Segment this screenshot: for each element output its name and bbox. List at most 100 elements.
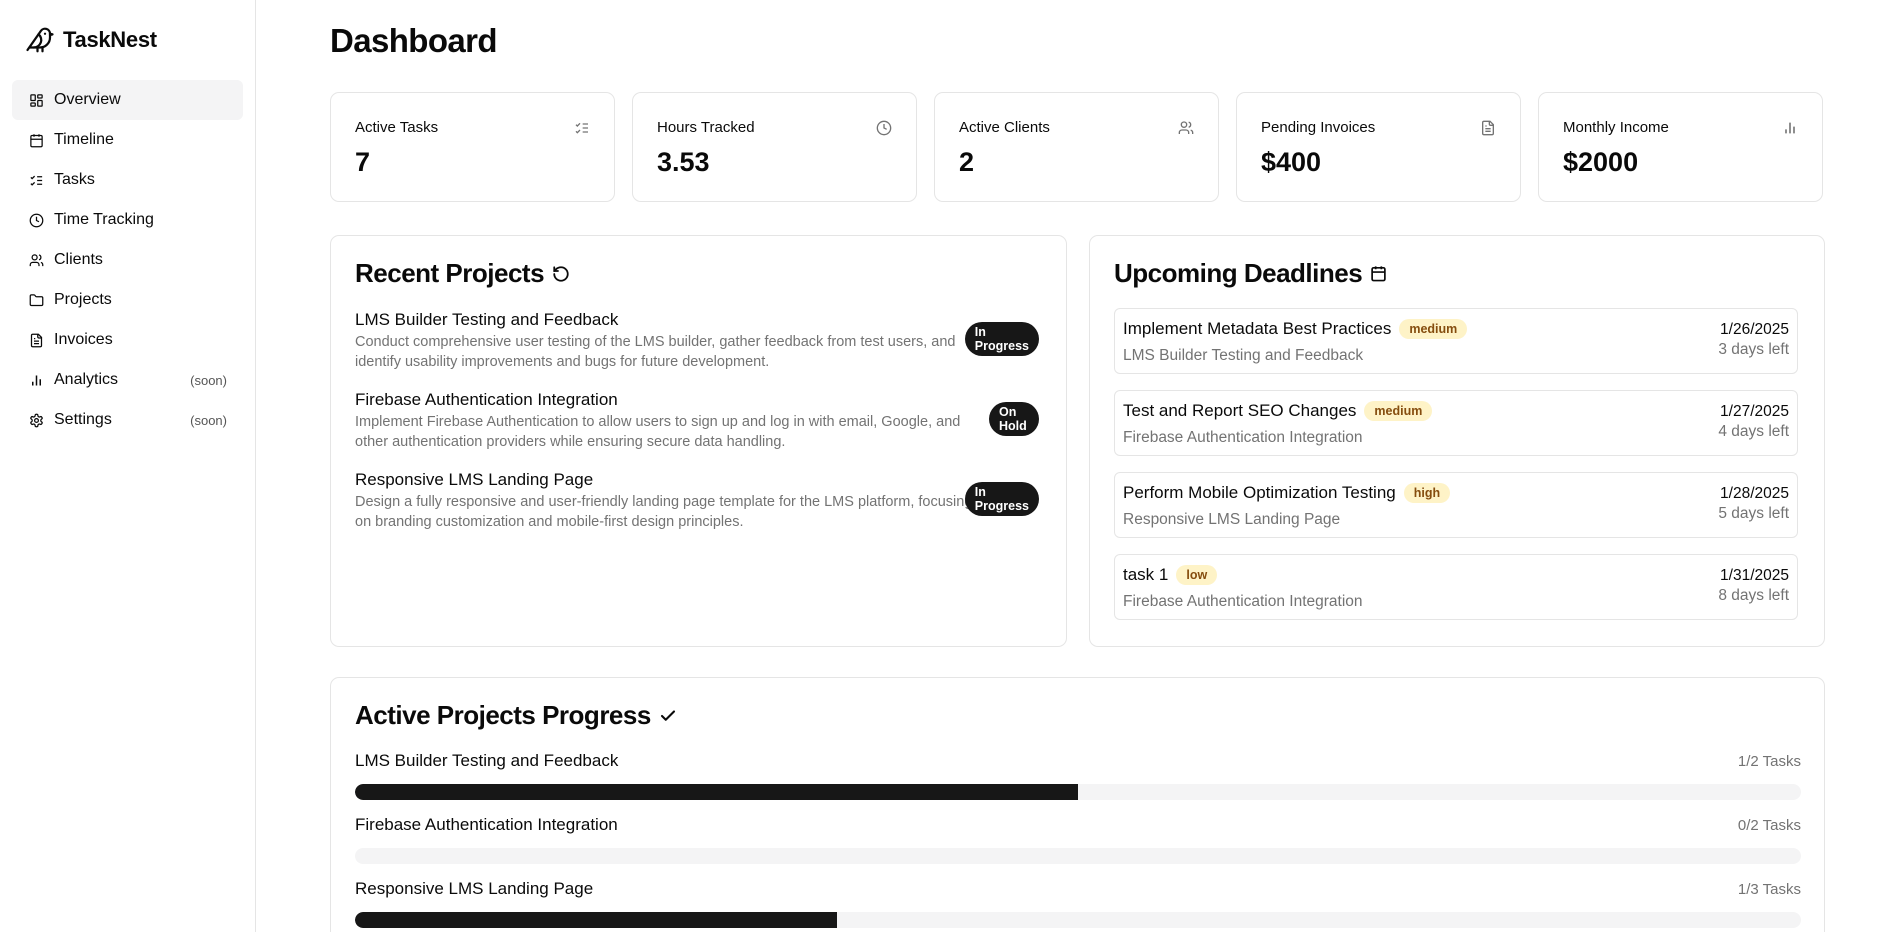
stat-value: $400 <box>1261 147 1322 177</box>
stat-value: 7 <box>355 147 371 177</box>
sidebar-item-settings[interactable]: Settings (soon) <box>12 400 243 440</box>
deadline-item[interactable]: Test and Report SEO Changes medium Fireb… <box>1114 390 1798 456</box>
priority-badge: high <box>1403 483 1451 503</box>
deadline-date: 1/28/2025 <box>1720 485 1789 502</box>
brand[interactable]: TaskNest <box>25 24 157 56</box>
clock-icon <box>28 212 44 228</box>
progress-fill <box>355 784 1078 800</box>
soon-tag: (soon) <box>190 412 227 428</box>
sidebar: TaskNest Overview Timeline Tasks Time Tr… <box>0 0 256 932</box>
sidebar-item-label: Tasks <box>54 171 95 188</box>
sidebar-item-tasks[interactable]: Tasks <box>12 160 243 200</box>
calendar-icon <box>28 132 44 148</box>
progress-row: Responsive LMS Landing Page 1/3 Tasks <box>355 879 1801 928</box>
list-checks-icon <box>574 120 590 136</box>
stat-label: Monthly Income <box>1563 119 1669 136</box>
active-projects-progress-card: Active Projects Progress LMS Builder Tes… <box>330 677 1825 932</box>
stat-label: Active Tasks <box>355 119 439 136</box>
sidebar-nav: Overview Timeline Tasks Time Tracking Cl… <box>12 80 243 440</box>
app-name: TaskNest <box>63 27 157 52</box>
days-left: 4 days left <box>1718 423 1789 440</box>
deadline-task: Test and Report SEO Changes <box>1123 401 1357 420</box>
stat-card-active-tasks: Active Tasks 7 <box>330 92 615 202</box>
folder-icon <box>28 292 44 308</box>
bird-logo-icon <box>25 25 55 55</box>
sidebar-item-label: Timeline <box>54 131 114 148</box>
upcoming-deadlines-card: Upcoming Deadlines Implement Metadata Be… <box>1089 235 1825 647</box>
soon-tag: (soon) <box>190 372 227 388</box>
deadline-date: 1/31/2025 <box>1720 567 1789 584</box>
priority-badge: medium <box>1399 319 1468 339</box>
priority-badge: low <box>1176 565 1218 585</box>
check-icon <box>659 707 677 725</box>
page-title: Dashboard <box>330 22 498 59</box>
sidebar-item-label: Invoices <box>54 331 113 348</box>
project-description: Implement Firebase Authentication to all… <box>355 414 961 450</box>
progress-count: 1/3 Tasks <box>1737 881 1801 898</box>
sidebar-item-invoices[interactable]: Invoices <box>12 320 243 360</box>
progress-row: Firebase Authentication Integration 0/2 … <box>355 815 1801 864</box>
stat-value: 3.53 <box>657 147 710 177</box>
deadline-date: 1/26/2025 <box>1720 321 1789 338</box>
gear-icon <box>28 412 44 428</box>
bar-chart-icon <box>1782 120 1798 136</box>
progress-bar <box>355 912 1801 928</box>
progress-project-name: Responsive LMS Landing Page <box>355 879 594 898</box>
progress-fill <box>355 912 837 928</box>
layout-dashboard-icon <box>28 92 44 108</box>
recent-projects-card: Recent Projects LMS Builder Testing and … <box>330 235 1067 647</box>
deadline-project: Firebase Authentication Integration <box>1123 593 1363 610</box>
sidebar-item-label: Clients <box>54 251 103 268</box>
deadline-item[interactable]: task 1 low Firebase Authentication Integ… <box>1114 554 1798 620</box>
priority-badge: medium <box>1364 401 1433 421</box>
sidebar-item-overview[interactable]: Overview <box>12 80 243 120</box>
stat-card-pending-invoices: Pending Invoices $400 <box>1236 92 1521 202</box>
stat-card-monthly-income: Monthly Income $2000 <box>1538 92 1823 202</box>
sidebar-item-clients[interactable]: Clients <box>12 240 243 280</box>
stat-label: Pending Invoices <box>1261 119 1376 136</box>
sidebar-item-time-tracking[interactable]: Time Tracking <box>12 200 243 240</box>
upcoming-deadlines-title: Upcoming Deadlines <box>1114 258 1388 289</box>
stat-card-hours-tracked: Hours Tracked 3.53 <box>632 92 917 202</box>
progress-count: 1/2 Tasks <box>1737 753 1801 770</box>
file-text-icon <box>28 332 44 348</box>
progress-title: Active Projects Progress <box>355 700 677 731</box>
progress-bar <box>355 848 1801 864</box>
stat-label: Active Clients <box>959 119 1050 136</box>
progress-count: 0/2 Tasks <box>1737 817 1801 834</box>
sidebar-item-label: Overview <box>54 91 121 108</box>
file-text-icon <box>1480 120 1496 136</box>
project-name: Firebase Authentication Integration <box>355 390 618 409</box>
status-badge: In Progress <box>964 322 1039 356</box>
deadline-project: LMS Builder Testing and Feedback <box>1123 347 1364 364</box>
progress-bar <box>355 784 1801 800</box>
deadline-task: Perform Mobile Optimization Testing <box>1123 483 1396 502</box>
deadline-date: 1/27/2025 <box>1720 403 1789 420</box>
deadline-item[interactable]: Implement Metadata Best Practices medium… <box>1114 308 1798 374</box>
deadline-item[interactable]: Perform Mobile Optimization Testing high… <box>1114 472 1798 538</box>
deadline-task: task 1 <box>1123 565 1169 584</box>
days-left: 8 days left <box>1718 587 1789 604</box>
list-item[interactable]: LMS Builder Testing and Feedback Conduct… <box>355 310 1039 372</box>
progress-project-name: Firebase Authentication Integration <box>355 815 618 834</box>
project-name: Responsive LMS Landing Page <box>355 470 594 489</box>
status-badge: In Progress <box>964 482 1039 516</box>
days-left: 5 days left <box>1718 505 1789 522</box>
sidebar-item-label: Analytics <box>54 371 119 388</box>
list-item[interactable]: Responsive LMS Landing Page Design a ful… <box>355 470 1039 532</box>
progress-project-name: LMS Builder Testing and Feedback <box>355 751 619 770</box>
deadline-project: Responsive LMS Landing Page <box>1123 511 1341 528</box>
sidebar-item-timeline[interactable]: Timeline <box>12 120 243 160</box>
deadline-task: Implement Metadata Best Practices <box>1123 319 1392 338</box>
stat-label: Hours Tracked <box>657 119 755 136</box>
stat-card-active-clients: Active Clients 2 <box>934 92 1219 202</box>
sidebar-item-label: Settings <box>54 411 112 428</box>
users-icon <box>28 252 44 268</box>
sidebar-item-projects[interactable]: Projects <box>12 280 243 320</box>
sidebar-item-analytics[interactable]: Analytics (soon) <box>12 360 243 400</box>
deadline-project: Firebase Authentication Integration <box>1123 429 1363 446</box>
list-item[interactable]: Firebase Authentication Integration Impl… <box>355 390 1039 452</box>
sidebar-item-label: Projects <box>54 291 112 308</box>
stat-value: $2000 <box>1563 147 1639 177</box>
bar-chart-icon <box>28 372 44 388</box>
